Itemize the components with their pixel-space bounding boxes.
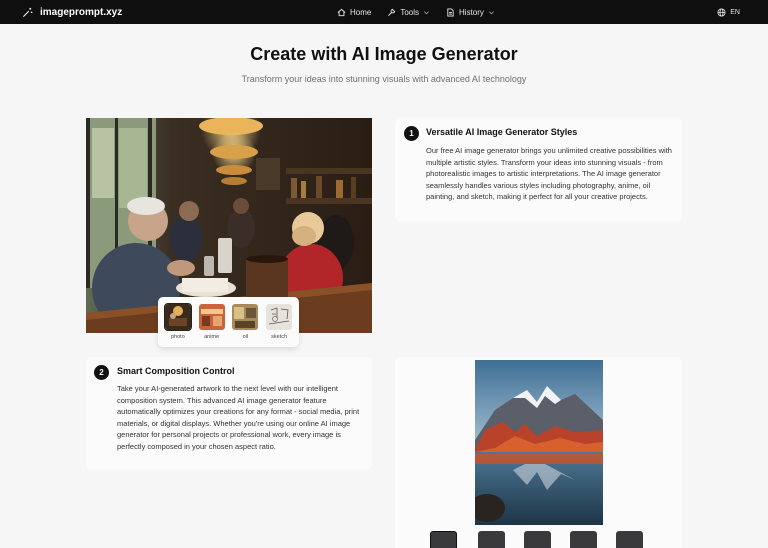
page-subtitle: Transform your ideas into stunning visua… (241, 74, 527, 84)
style-thumb-anime (198, 303, 226, 331)
language-label: EN (730, 8, 740, 16)
brand-name: imageprompt.xyz (40, 6, 123, 18)
composition-preview-panel (395, 357, 682, 548)
wand-icon (23, 7, 33, 17)
nav-home-label: Home (350, 7, 372, 17)
style-thumb-sketch (265, 303, 293, 331)
style-label-oil: oil (242, 334, 249, 340)
nav-tools-label: Tools (400, 7, 420, 17)
feature-title: Smart Composition Control (117, 366, 235, 376)
top-navbar: imageprompt.xyz Home Tools History EN (0, 0, 768, 24)
brand-logo[interactable]: imageprompt.xyz (22, 4, 122, 20)
nav-home[interactable]: Home (337, 8, 371, 17)
style-option-anime[interactable]: anime (198, 303, 226, 347)
page-title: Create with AI Image Generator (250, 44, 518, 64)
feature-description: Our free AI image generator brings you u… (426, 146, 672, 201)
feature-title: Versatile AI Image Generator Styles (426, 127, 578, 137)
aspect-ratio-option[interactable] (478, 531, 505, 548)
style-label-sketch: sketch (271, 334, 288, 340)
feature-card-composition: 2 Smart Composition Control Take your AI… (86, 357, 372, 470)
nav-history[interactable]: History (446, 8, 495, 17)
style-option-sketch[interactable]: sketch (265, 303, 293, 347)
aspect-ratio-option[interactable] (524, 531, 551, 548)
nav-tools[interactable]: Tools (387, 8, 430, 17)
language-selector[interactable]: EN (717, 4, 740, 20)
chevron-down-icon (424, 10, 430, 14)
home-icon (337, 8, 346, 16)
aspect-ratio-option[interactable] (570, 531, 597, 548)
feature-card-styles: 1 Versatile AI Image Generator Styles Ou… (395, 118, 682, 222)
style-thumb-oil (231, 303, 259, 331)
step-number-badge: 1 (404, 126, 419, 141)
document-icon (447, 7, 454, 17)
chevron-down-icon (488, 10, 494, 14)
aspect-ratio-option[interactable] (430, 531, 457, 548)
style-label-photo: photo (170, 334, 185, 340)
aspect-ratio-selector (430, 531, 650, 548)
style-thumb-photo (163, 303, 192, 331)
feature-description: Take your AI-generated artwork to the ne… (117, 384, 360, 451)
style-option-photo[interactable]: photo (163, 303, 192, 347)
step-number-badge: 2 (94, 365, 109, 380)
style-label-anime: anime (204, 334, 220, 340)
style-selector: photo anime oil sketch (158, 297, 299, 347)
nav-history-label: History (459, 7, 484, 17)
wrench-icon (388, 8, 396, 16)
sample-photo-mountain-lake (475, 360, 603, 525)
aspect-ratio-option[interactable] (616, 531, 643, 548)
main-nav: Home Tools History (337, 4, 511, 20)
style-option-oil[interactable]: oil (231, 303, 259, 347)
globe-icon (717, 7, 726, 17)
